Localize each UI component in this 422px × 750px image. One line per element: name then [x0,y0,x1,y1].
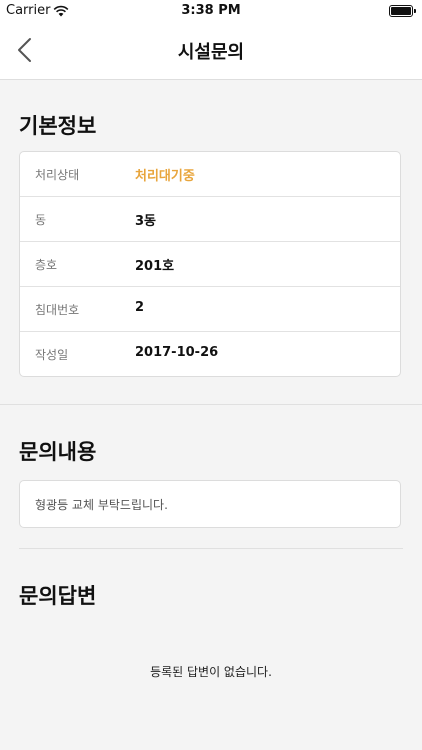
building-value: 3동 [135,214,157,229]
info-row-room: 층호 201호 [20,242,400,287]
basic-info-card: 처리상태 처리대기중 동 3동 층호 201호 침대번호 2 작성일 2017-… [19,151,401,377]
info-row-building: 동 3동 [20,197,400,242]
section-divider [19,548,403,549]
empty-answer-message: 등록된 답변이 없습니다. [150,665,272,679]
info-label: 침대번호 [35,303,80,317]
info-label: 층호 [35,258,58,272]
inquiry-content-card: 형광등 교체 부탁드립니다. [19,480,401,528]
status-bar: Carrier 3:38 PM [0,0,422,22]
status-value: 처리대기중 [135,169,195,184]
section-divider [0,404,422,405]
info-row-date: 작성일 2017-10-26 [20,332,400,376]
room-value: 201호 [135,259,175,274]
info-row-status: 처리상태 처리대기중 [20,152,400,197]
info-label: 작성일 [35,348,69,362]
navigation-bar: 시설문의 [0,22,422,80]
basic-info-heading: 기본정보 [19,114,97,138]
info-label: 동 [35,213,47,227]
status-time: 3:38 PM [181,3,241,18]
info-row-bed: 침대번호 2 [20,287,400,332]
inquiry-content-text: 형광등 교체 부탁드립니다. [35,498,168,512]
answer-heading: 문의답변 [19,584,97,608]
page-title: 시설문의 [177,42,245,63]
info-label: 처리상태 [35,168,80,182]
created-date-value: 2017-10-26 [135,345,219,360]
inquiry-heading: 문의내용 [19,440,97,464]
bed-number-value: 2 [135,300,145,315]
battery-icon [389,5,416,17]
